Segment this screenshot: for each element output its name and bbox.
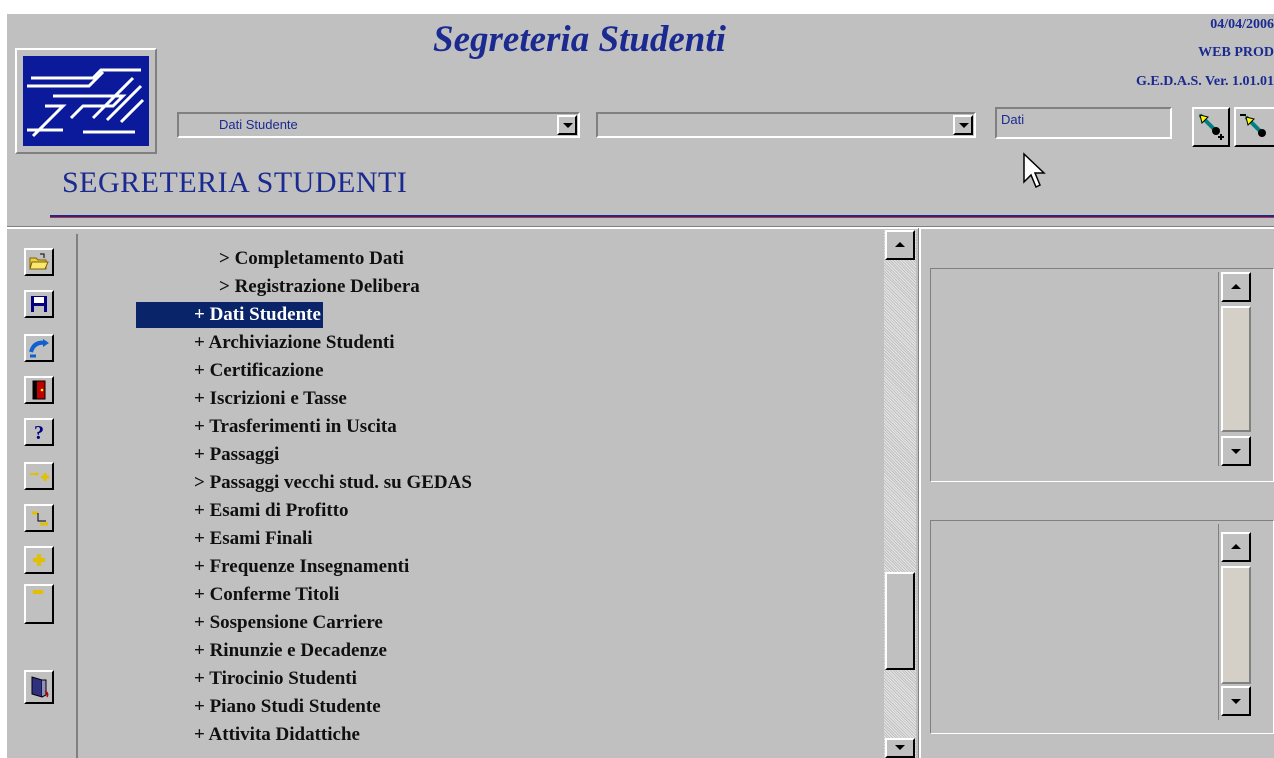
tree-item-esami-di-profitto[interactable]: + Esami di Profitto	[194, 498, 349, 524]
app-title: Segreteria Studenti	[433, 19, 726, 60]
find-previous-icon	[1240, 114, 1266, 137]
detail-top-scrollbar[interactable]	[1218, 272, 1252, 466]
tree-item-trasferimenti-in-uscita[interactable]: + Trasferimenti in Uscita	[194, 414, 397, 440]
environment-label: WEB PROD	[1198, 45, 1274, 60]
tree-item-passaggi[interactable]: + Passaggi	[194, 442, 279, 468]
find-previous-button[interactable]	[1234, 107, 1274, 147]
mouse-pointer-icon	[1023, 152, 1046, 189]
tree-item-dati-studente[interactable]: + Dati Studente	[136, 302, 323, 328]
tree-item-passaggi-vecchi-stud[interactable]: > Passaggi vecchi stud. su GEDAS	[194, 470, 472, 496]
collapse-all-icon	[32, 511, 48, 526]
find-next-button[interactable]	[1192, 107, 1230, 147]
chevron-down-icon	[959, 123, 969, 128]
chevron-down-icon	[895, 745, 905, 750]
tree-item-archiviazione-studenti[interactable]: + Archiviazione Studenti	[194, 330, 395, 356]
logo-mark-icon	[27, 68, 145, 138]
tree-item-registrazione-delibera[interactable]: > Registrazione Delibera	[219, 274, 420, 300]
expand-all-button[interactable]	[24, 462, 54, 490]
date-label: 04/04/2006	[1210, 17, 1274, 32]
refresh-button[interactable]	[24, 334, 54, 362]
help-question-icon: ?	[34, 422, 44, 443]
module-select[interactable]: Dati Studente	[177, 112, 580, 138]
refresh-icon	[29, 339, 49, 358]
tree-item-iscrizioni-e-tasse[interactable]: + Iscrizioni e Tasse	[194, 386, 347, 412]
tree-item-completamento-dati[interactable]: > Completamento Dati	[219, 246, 404, 272]
tree-item-frequenze-insegnamenti[interactable]: + Frequenze Insegnamenti	[194, 554, 409, 580]
section-rule-accent	[50, 217, 1274, 218]
tree-item-tirocinio-studenti[interactable]: + Tirocinio Studenti	[194, 666, 357, 692]
open-button[interactable]	[24, 248, 54, 276]
tree-scroll-thumb[interactable]	[885, 572, 915, 670]
tree-item-rinunzie-e-decadenze[interactable]: + Rinunzie e Decadenze	[194, 638, 387, 664]
chevron-down-icon	[563, 123, 573, 128]
tree-scroll-up-button[interactable]	[885, 230, 915, 260]
collapse-button[interactable]	[24, 584, 54, 624]
tree-scroll-down-button[interactable]	[885, 738, 915, 758]
section-title: SEGRETERIA STUDENTI	[62, 166, 408, 199]
chevron-up-icon	[1231, 544, 1241, 549]
side-toolbar: ?	[18, 234, 78, 758]
search-input[interactable]: Dati	[995, 107, 1172, 139]
find-next-icon	[1198, 113, 1224, 140]
collapse-all-button[interactable]	[24, 504, 54, 532]
svg-text:?: ?	[34, 422, 44, 443]
tree-item-esami-finali[interactable]: + Esami Finali	[194, 526, 313, 552]
sub-select[interactable]	[596, 112, 976, 138]
logout-button[interactable]	[24, 670, 54, 704]
detail-bottom-scroll-up-button[interactable]	[1221, 532, 1251, 562]
version-label: G.E.D.A.S. Ver. 1.01.01	[1136, 74, 1274, 89]
tree-item-piano-studi-studente[interactable]: + Piano Studi Studente	[194, 694, 381, 720]
chevron-down-icon	[1231, 449, 1241, 454]
help-button[interactable]: ?	[24, 418, 54, 446]
detail-bottom-scrollbar[interactable]	[1218, 524, 1252, 720]
tree-scrollbar[interactable]	[884, 230, 916, 758]
app-logo	[15, 48, 157, 154]
expand-button[interactable]	[24, 546, 54, 574]
chevron-up-icon	[895, 242, 905, 247]
detail-bottom-scroll-down-button[interactable]	[1221, 686, 1251, 716]
module-select-value: Dati Studente	[219, 117, 298, 132]
exit-button[interactable]	[24, 376, 54, 404]
chevron-up-icon	[1231, 284, 1241, 289]
tree-item-attivita-didattiche[interactable]: + Attivita Didattiche	[194, 722, 360, 748]
expand-all-icon	[30, 472, 49, 481]
save-disk-icon	[31, 296, 47, 312]
detail-bottom-scroll-track[interactable]	[1221, 566, 1251, 684]
tree-item-sospensione-carriere[interactable]: + Sospensione Carriere	[194, 610, 383, 636]
expand-plus-icon	[33, 554, 45, 566]
chevron-down-icon	[1231, 699, 1241, 704]
tree-item-conferme-titoli[interactable]: + Conferme Titoli	[194, 582, 339, 608]
detail-top-scroll-track[interactable]	[1221, 306, 1251, 432]
save-button[interactable]	[24, 290, 54, 318]
module-select-dropdown-button[interactable]	[557, 115, 577, 135]
detail-top-scroll-down-button[interactable]	[1221, 436, 1251, 466]
detail-top-scroll-up-button[interactable]	[1221, 272, 1251, 302]
menu-tree: > Completamento Dati > Registrazione Del…	[80, 234, 884, 758]
exit-door-icon	[32, 380, 46, 400]
tree-item-certificazione[interactable]: + Certificazione	[194, 358, 324, 384]
pane-divider	[918, 228, 921, 758]
content-separator	[7, 226, 1274, 229]
sub-select-dropdown-button[interactable]	[953, 115, 973, 135]
logout-door-icon	[31, 676, 49, 698]
open-folder-icon	[29, 253, 49, 270]
collapse-minus-icon	[33, 590, 43, 594]
